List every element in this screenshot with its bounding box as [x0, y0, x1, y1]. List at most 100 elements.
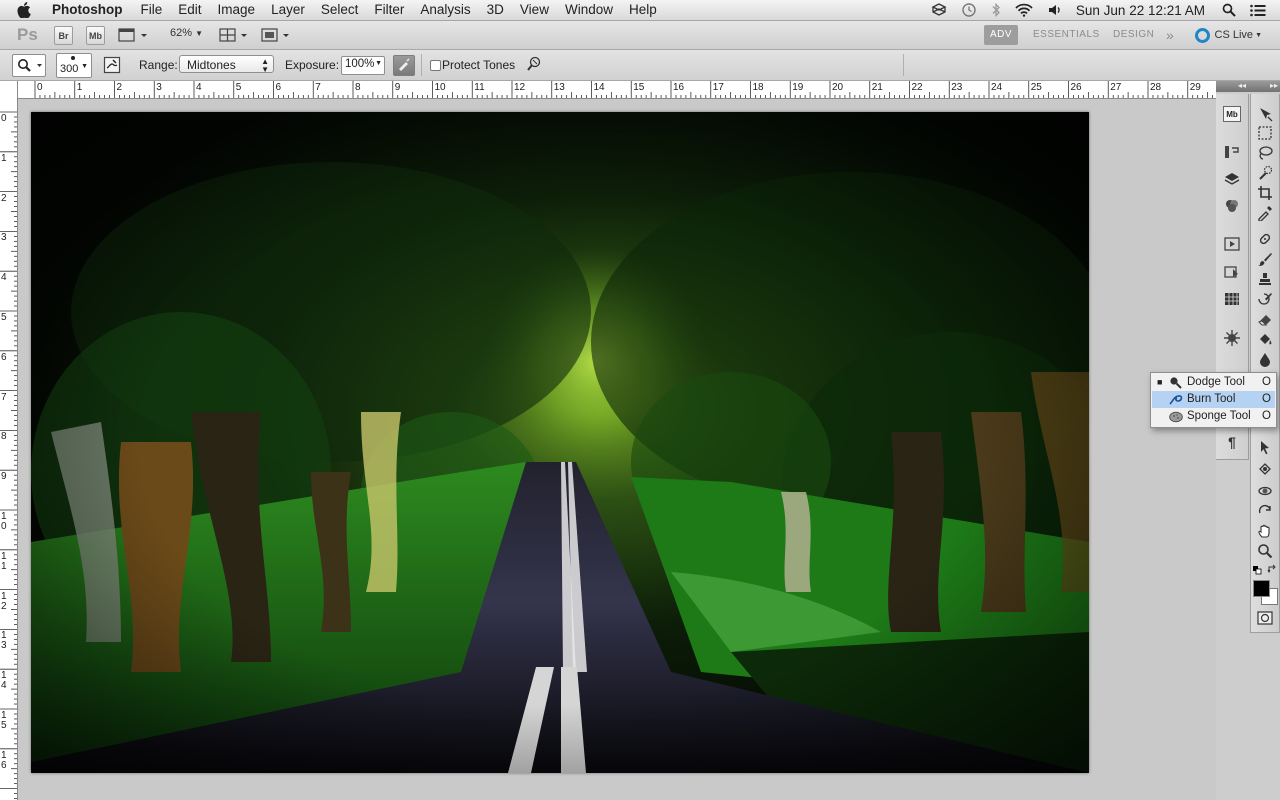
protect-tones-label: Protect Tones: [442, 58, 516, 72]
layers-panel-icon[interactable]: [1223, 171, 1241, 187]
actions-panel-icon[interactable]: [1223, 236, 1241, 252]
mini-bridge-panel-icon[interactable]: Mb: [1223, 106, 1241, 122]
ruler-label: 23: [951, 82, 963, 93]
burn-icon: [1169, 393, 1183, 406]
dropbox-icon[interactable]: [931, 3, 947, 17]
marquee-tool-icon[interactable]: [1256, 125, 1274, 141]
ruler-label: 20: [832, 82, 844, 93]
blur-tool-icon[interactable]: [1256, 351, 1274, 367]
spotlight-search-icon[interactable]: [1222, 3, 1236, 17]
workspace-design[interactable]: DESIGN: [1113, 25, 1154, 45]
ruler-label: 2: [116, 82, 123, 93]
ruler-label: 9: [394, 82, 401, 93]
ruler-origin-corner[interactable]: [0, 81, 18, 99]
horizontal-ruler[interactable]: 0 1 2 3 4 5 6 7 8 9 10 11 12 13 14 15 16 17 18 19 20 21 22 23 24…: [18, 81, 1216, 99]
notification-list-icon[interactable]: [1250, 4, 1266, 17]
menu-file[interactable]: File: [133, 0, 171, 20]
lasso-tool-icon[interactable]: [1256, 145, 1274, 161]
menu-edit[interactable]: Edit: [170, 0, 209, 20]
ruler-label: 27: [1110, 82, 1122, 93]
menu-filter[interactable]: Filter: [366, 0, 412, 20]
zoom-tool-icon[interactable]: [1256, 543, 1274, 559]
arrange-documents-button[interactable]: [219, 27, 249, 43]
menu-layer[interactable]: Layer: [263, 0, 313, 20]
brush-panel-toggle-icon[interactable]: [103, 56, 121, 74]
tree-tunnel-road-photo: [31, 112, 1089, 773]
3d-rotate-tool-icon[interactable]: [1256, 461, 1274, 477]
more-workspaces-button[interactable]: »: [1166, 25, 1174, 45]
ruler-label: 0: [1, 113, 7, 124]
menu-analysis[interactable]: Analysis: [412, 0, 478, 20]
menu-help[interactable]: Help: [621, 0, 665, 20]
ruler-label: 3: [156, 82, 162, 93]
workspace-adv[interactable]: ADV: [984, 25, 1019, 45]
mini-bridge-button[interactable]: Mb: [86, 26, 105, 45]
view-extras-button[interactable]: [118, 27, 148, 43]
default-colors-icon[interactable]: [1253, 564, 1262, 575]
updown-arrows-icon: ▲ ▼: [261, 57, 269, 74]
ruler-label: 5: [235, 82, 242, 93]
ruler-label: 2: [1, 192, 7, 204]
history-brush-tool-icon[interactable]: [1256, 291, 1274, 307]
protect-tones-checkbox[interactable]: [430, 60, 441, 71]
menu-select[interactable]: Select: [313, 0, 367, 20]
panel-collapse-header[interactable]: ◂◂ ▸▸: [1216, 81, 1280, 92]
document-photo[interactable]: [31, 112, 1089, 773]
path-selection-tool-icon[interactable]: [1256, 439, 1274, 455]
wifi-icon[interactable]: [1015, 3, 1033, 17]
paragraph-panel-icon[interactable]: ¶: [1223, 434, 1241, 450]
vertical-ruler[interactable]: 012345678910111213141516: [0, 98, 18, 800]
eyedropper-tool-icon[interactable]: [1256, 205, 1274, 221]
menu-clock[interactable]: Sun Jun 22 12:21 AM: [1076, 3, 1205, 18]
ps-logo: Ps: [17, 25, 38, 44]
brush-size-picker[interactable]: 300 ▼: [56, 53, 92, 78]
ruler-label: 28: [1150, 82, 1162, 93]
styles-panel-icon[interactable]: [1223, 264, 1241, 280]
screen-mode-button[interactable]: [261, 27, 291, 43]
crop-tool-icon[interactable]: [1256, 185, 1274, 201]
channels-panel-icon[interactable]: [1223, 198, 1241, 214]
quick-selection-tool-icon[interactable]: [1256, 165, 1274, 181]
menu-window[interactable]: Window: [557, 0, 621, 20]
tool-preset-picker[interactable]: [12, 54, 46, 77]
menu-3d[interactable]: 3D: [479, 0, 512, 20]
brush-tool-icon[interactable]: [1256, 251, 1274, 267]
ruler-label: 9: [1, 471, 7, 483]
volume-icon[interactable]: [1047, 3, 1063, 17]
swap-colors-icon[interactable]: [1267, 563, 1277, 574]
3d-roll-tool-icon[interactable]: [1256, 503, 1274, 519]
ruler-label: 21: [871, 82, 883, 93]
eraser-tool-icon[interactable]: [1256, 311, 1274, 327]
cs-live-button[interactable]: CS Live ▼: [1194, 25, 1262, 45]
menu-image[interactable]: Image: [210, 0, 264, 20]
bluetooth-icon[interactable]: [991, 2, 1001, 18]
swatches-panel-icon[interactable]: [1223, 291, 1241, 307]
spot-healing-brush-tool-icon[interactable]: [1256, 231, 1274, 247]
adjustments-panel-icon[interactable]: [1223, 330, 1241, 346]
hand-tool-icon[interactable]: [1256, 523, 1274, 539]
menu-view[interactable]: View: [512, 0, 557, 20]
foreground-color-swatch[interactable]: [1253, 580, 1270, 597]
move-tool-icon[interactable]: [1256, 106, 1274, 122]
clone-stamp-tool-icon[interactable]: [1256, 271, 1274, 287]
ruler-label: 1: [1, 152, 7, 164]
app-menu-photoshop[interactable]: Photoshop: [44, 0, 133, 20]
pressure-size-toggle-icon[interactable]: [524, 55, 542, 73]
workspace-essentials[interactable]: ESSENTIALS: [1033, 25, 1100, 45]
airbrush-toggle-icon[interactable]: [393, 55, 415, 76]
3d-orbit-tool-icon[interactable]: [1256, 483, 1274, 499]
exposure-field[interactable]: 100% ▼: [341, 56, 385, 75]
quick-mask-icon[interactable]: [1256, 610, 1274, 626]
flyout-item-sponge[interactable]: Sponge Tool O: [1152, 408, 1275, 425]
paint-bucket-tool-icon[interactable]: [1256, 331, 1274, 347]
history-panel-icon[interactable]: [1223, 144, 1241, 160]
apple-icon[interactable]: [16, 2, 32, 18]
zoom-level[interactable]: 62% ▼: [170, 27, 203, 39]
ruler-label: 14: [1, 670, 7, 692]
range-select[interactable]: Midtones ▲ ▼: [179, 55, 274, 74]
flyout-item-burn[interactable]: Burn Tool O: [1152, 391, 1275, 408]
bridge-button[interactable]: Br: [54, 26, 73, 45]
flyout-item-dodge[interactable]: ■ Dodge Tool O: [1152, 374, 1275, 391]
time-machine-icon[interactable]: [961, 2, 977, 18]
cs-live-label: CS Live: [1214, 29, 1254, 41]
